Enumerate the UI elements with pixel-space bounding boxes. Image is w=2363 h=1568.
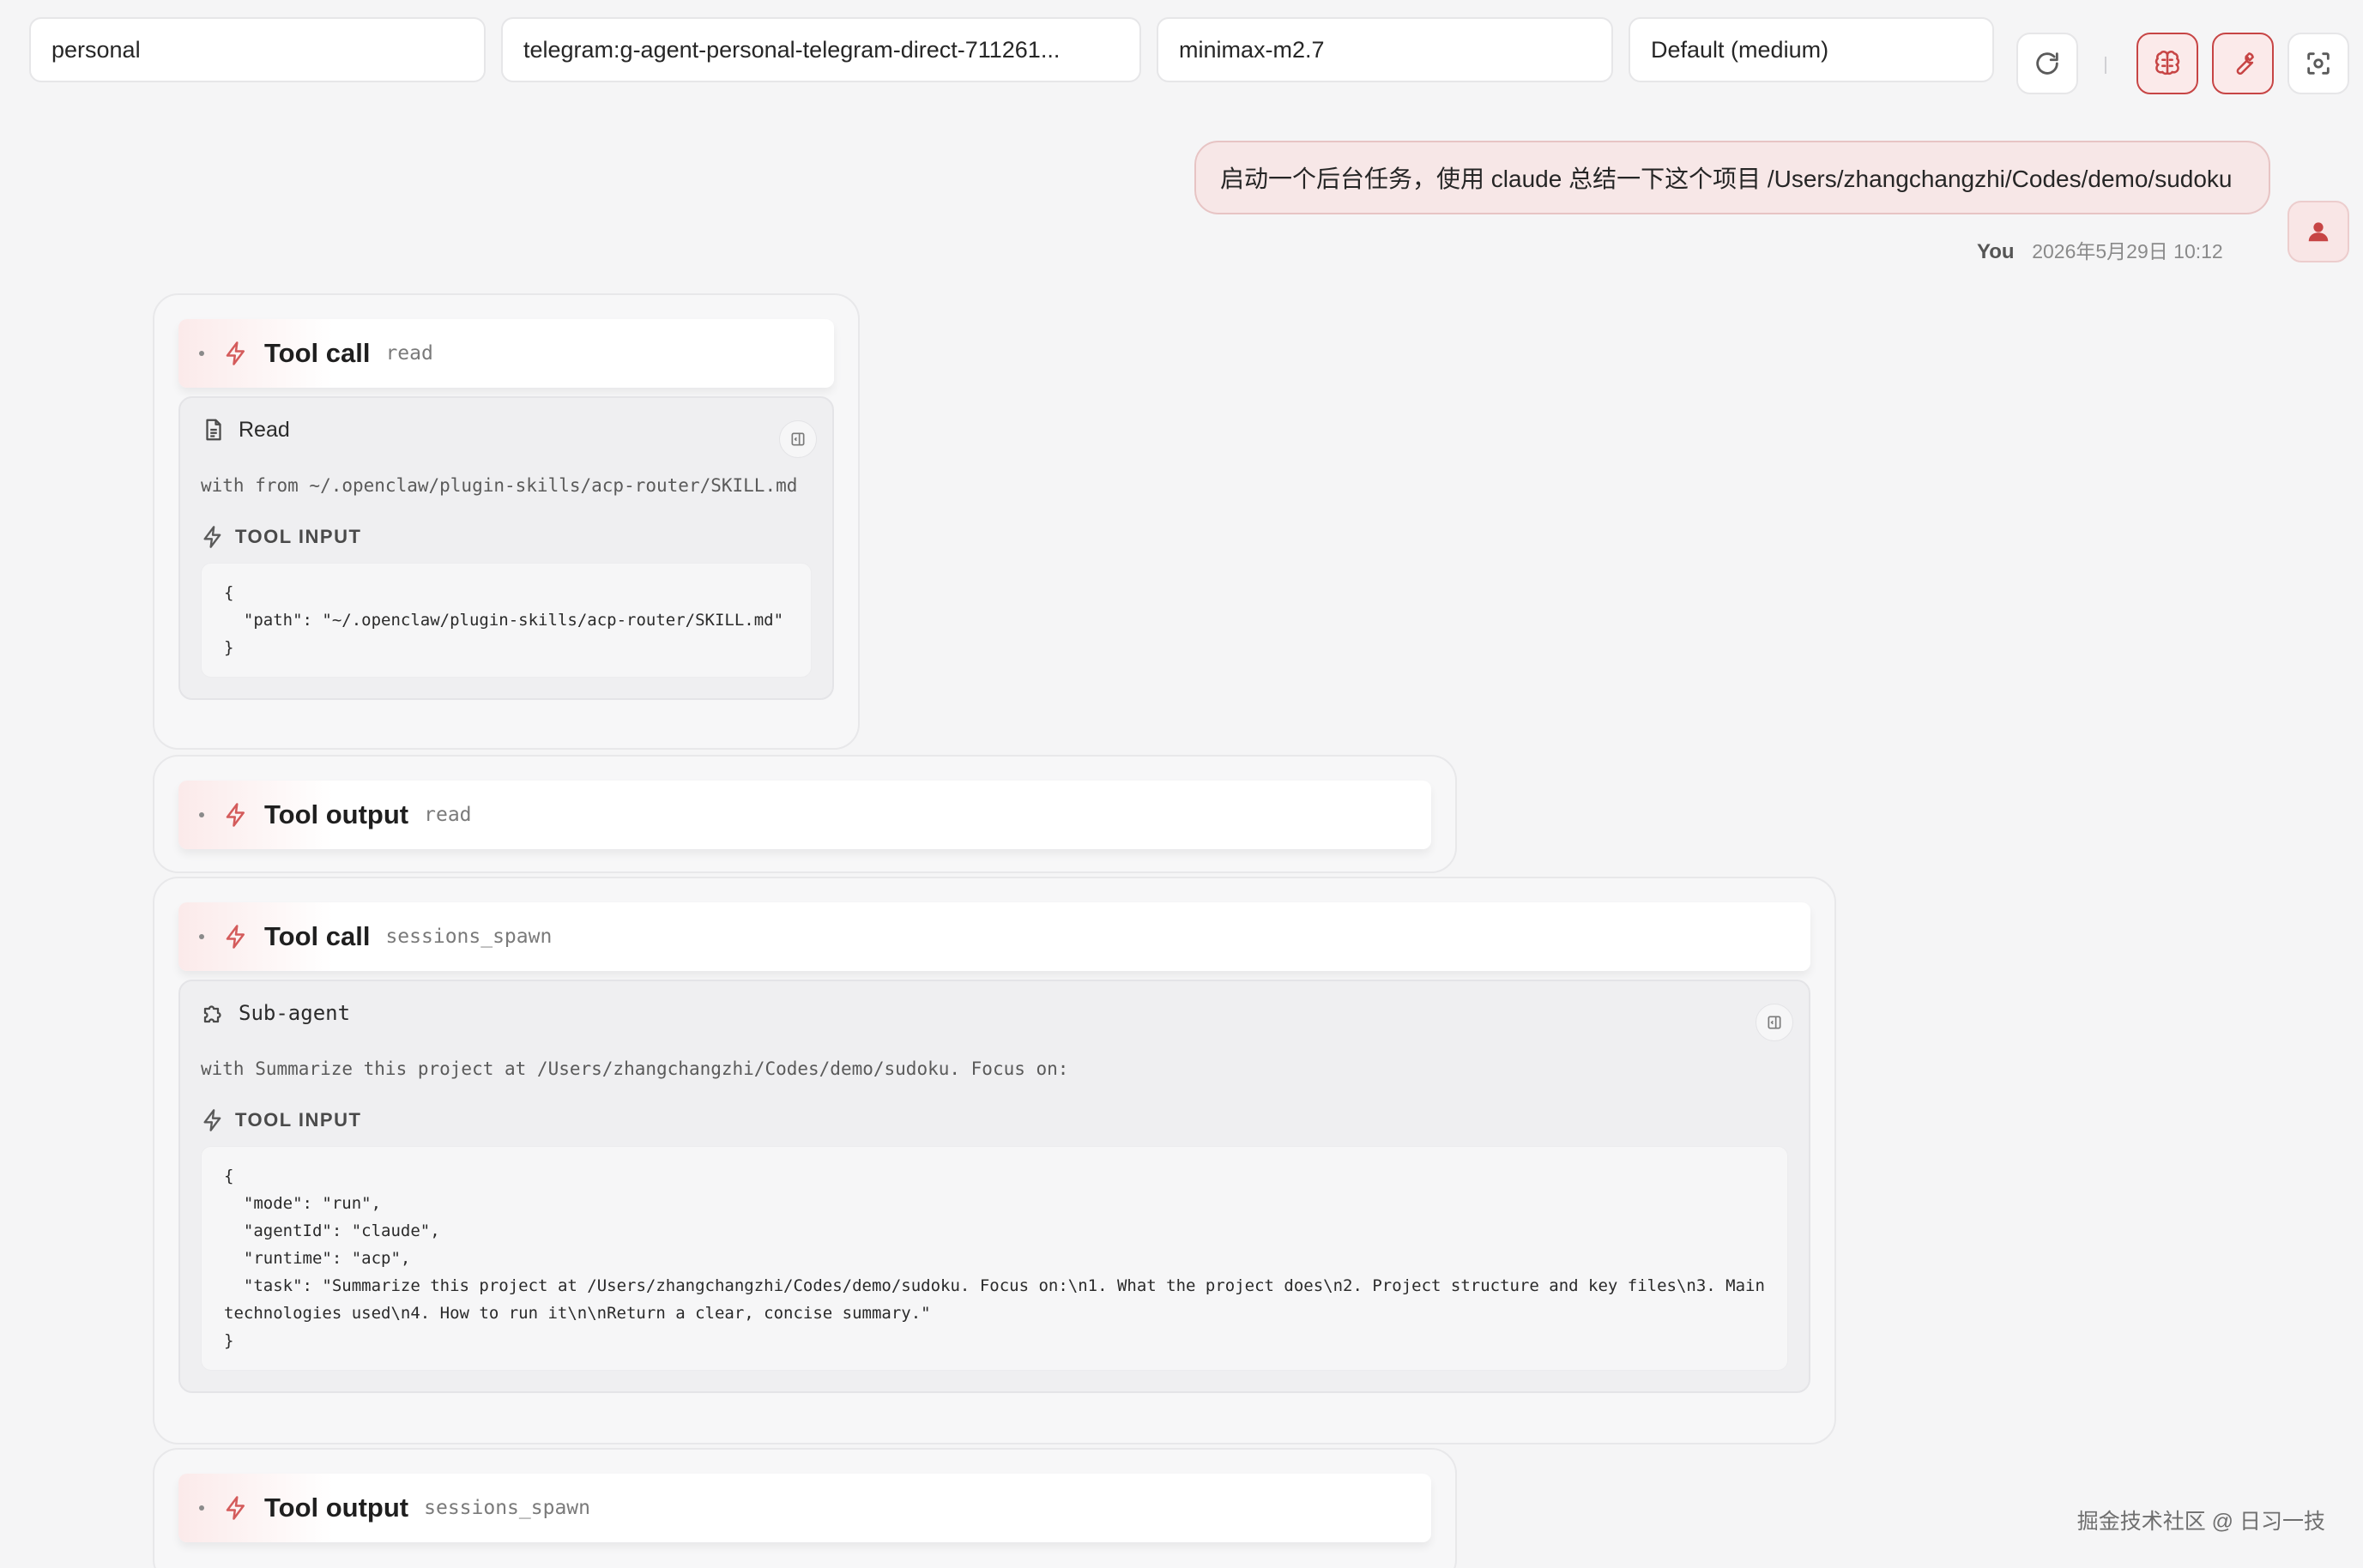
user-message-meta: You 2026年5月29日 10:12 bbox=[1977, 235, 2223, 264]
lightning-icon bbox=[201, 1108, 225, 1132]
tool-card-header: Sub-agent bbox=[201, 995, 1788, 1031]
refresh-icon bbox=[2036, 52, 2058, 75]
toolbar: personal telegram:g-agent-personal-teleg… bbox=[0, 0, 2363, 94]
tool-name: sessions_spawn bbox=[385, 926, 553, 948]
expand-sidebar-button[interactable] bbox=[1756, 1004, 1793, 1041]
user-message-text: 启动一个后台任务，使用 claude 总结一下这个项目 /Users/zhang… bbox=[1220, 166, 2233, 192]
expand-sidebar-button[interactable] bbox=[779, 420, 817, 458]
sidebar-expand-icon bbox=[791, 432, 805, 446]
session-select[interactable]: telegram:g-agent-personal-telegram-direc… bbox=[501, 17, 1141, 82]
wrench-icon bbox=[2236, 52, 2254, 75]
watermark: 掘金技术社区 @ 日习一技 bbox=[2076, 1510, 2325, 1534]
tool-input-label-text: TOOL INPUT bbox=[235, 526, 362, 547]
tool-name: read bbox=[424, 804, 472, 826]
session-select-value: telegram:g-agent-personal-telegram-direc… bbox=[523, 36, 1061, 63]
tool-call-group: Tool call read Read with from ~/.opencla… bbox=[153, 293, 860, 750]
tool-call-group: Tool call sessions_spawn Sub-agent with … bbox=[153, 877, 1836, 1444]
tool-description: with from ~/.openclaw/plugin-skills/acp-… bbox=[201, 475, 798, 496]
chat-page: personal telegram:g-agent-personal-teleg… bbox=[0, 0, 2363, 1568]
user-icon bbox=[2308, 222, 2329, 242]
puzzle-icon bbox=[201, 1000, 227, 1026]
brain-icon bbox=[2154, 50, 2180, 75]
tool-output-group: Tool output sessions_spawn bbox=[153, 1448, 1457, 1568]
tool-input-code: { "mode": "run", "agentId": "claude", "r… bbox=[201, 1146, 1788, 1371]
thinking-level-select[interactable]: Default (medium) bbox=[1629, 17, 1994, 82]
lightning-icon bbox=[223, 341, 249, 366]
tool-output-group: Tool output read bbox=[153, 755, 1457, 873]
tool-input-label-text: TOOL INPUT bbox=[235, 1109, 362, 1131]
lightning-icon bbox=[223, 924, 249, 950]
tool-input-code: { "path": "~/.openclaw/plugin-skills/acp… bbox=[201, 563, 812, 678]
tool-card-label: Read bbox=[239, 417, 290, 442]
tool-input-label: TOOL INPUT bbox=[201, 1108, 1788, 1132]
file-icon bbox=[201, 417, 227, 443]
thinking-level-value: Default (medium) bbox=[1651, 36, 1829, 63]
collapse-toggle[interactable] bbox=[199, 1505, 204, 1511]
tool-input-label: TOOL INPUT bbox=[201, 525, 812, 549]
lightning-icon bbox=[223, 1495, 249, 1521]
tool-call-header[interactable]: Tool call sessions_spawn bbox=[178, 902, 1810, 971]
tool-name: read bbox=[385, 342, 433, 365]
tool-output-header[interactable]: Tool output read bbox=[178, 781, 1431, 849]
lightning-icon bbox=[223, 802, 249, 828]
tool-call-card: Read with from ~/.openclaw/plugin-skills… bbox=[178, 396, 834, 700]
toolbar-divider bbox=[2105, 57, 2106, 74]
tool-description: with Summarize this project at /Users/zh… bbox=[201, 1058, 1069, 1079]
sidebar-expand-icon bbox=[1768, 1016, 1781, 1029]
agent-select[interactable]: personal bbox=[29, 17, 486, 82]
collapse-toggle[interactable] bbox=[199, 351, 204, 356]
user-avatar bbox=[2287, 201, 2349, 262]
collapse-toggle[interactable] bbox=[199, 934, 204, 939]
thinking-toggle-button[interactable] bbox=[2136, 33, 2198, 94]
tool-card-label: Sub-agent bbox=[239, 1001, 351, 1025]
model-select[interactable]: minimax-m2.7 bbox=[1157, 17, 1613, 82]
message-timestamp: 2026年5月29日 10:12 bbox=[2032, 240, 2223, 262]
focus-mode-button[interactable] bbox=[2287, 33, 2349, 94]
tool-output-title: Tool output bbox=[264, 799, 409, 829]
collapse-toggle[interactable] bbox=[199, 812, 204, 817]
tool-call-title: Tool call bbox=[264, 921, 371, 951]
tool-output-title: Tool output bbox=[264, 1493, 409, 1523]
agent-select-value: personal bbox=[51, 36, 141, 63]
tool-name: sessions_spawn bbox=[424, 1497, 590, 1519]
refresh-button[interactable] bbox=[2016, 33, 2078, 94]
focus-icon bbox=[2307, 52, 2330, 75]
tool-call-card: Sub-agent with Summarize this project at… bbox=[178, 980, 1810, 1393]
tools-toggle-button[interactable] bbox=[2212, 33, 2274, 94]
tool-card-header: Read bbox=[201, 412, 812, 448]
sender-name: You bbox=[1977, 240, 2015, 263]
user-message-bubble: 启动一个后台任务，使用 claude 总结一下这个项目 /Users/zhang… bbox=[1194, 141, 2270, 214]
tool-output-header[interactable]: Tool output sessions_spawn bbox=[178, 1474, 1431, 1542]
model-select-value: minimax-m2.7 bbox=[1179, 36, 1325, 63]
tool-call-header[interactable]: Tool call read bbox=[178, 319, 834, 388]
lightning-icon bbox=[201, 525, 225, 549]
tool-call-title: Tool call bbox=[264, 338, 371, 368]
